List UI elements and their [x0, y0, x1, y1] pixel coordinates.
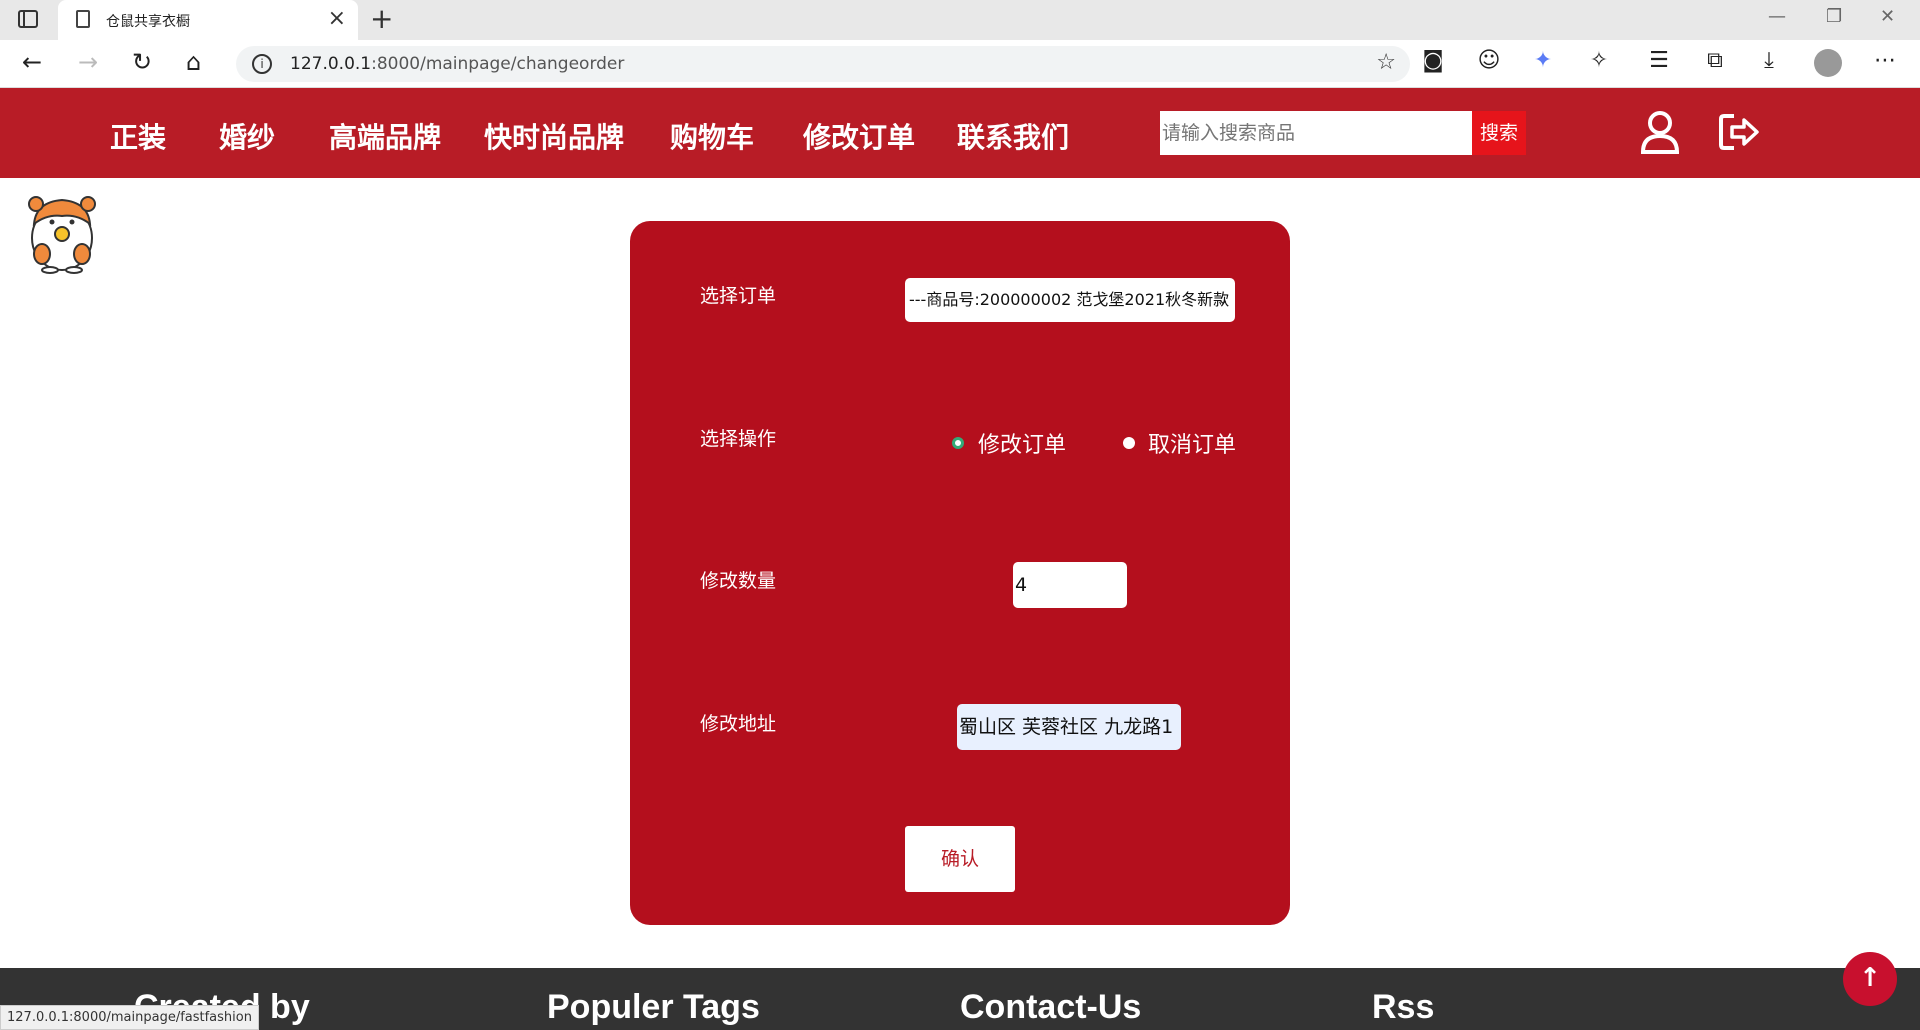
change-order-form: 选择订单 ---商品号:200000002 范戈堡2021秋冬新款 ⌄ 选择操作… [630, 221, 1290, 925]
tab-actions-icon[interactable] [18, 10, 38, 28]
footer-heading-tags: Populer Tags [547, 988, 760, 1026]
order-select-label: 选择订单 [700, 285, 777, 307]
radio-modify-order-label: 修改订单 [978, 433, 1067, 458]
home-icon[interactable]: ⌂ [186, 48, 201, 76]
forward-icon[interactable]: → [78, 48, 98, 76]
url-text: 127.0.0.1:8000/mainpage/changeorder [290, 54, 625, 74]
nav-fast-fashion[interactable]: 快时尚品牌 [484, 116, 624, 156]
extensions-icon[interactable]: ✧ [1584, 48, 1614, 73]
back-to-top-button[interactable]: ↑ [1843, 952, 1897, 1006]
restore-icon[interactable]: ❐ [1826, 6, 1842, 27]
chevron-down-icon: ⌄ [1217, 292, 1229, 308]
more-menu-icon[interactable]: ⋯ [1870, 48, 1900, 73]
radio-cancel-order[interactable] [1123, 437, 1135, 449]
translate-extension-icon[interactable]: ✦ [1528, 48, 1558, 73]
radio-cancel-order-label: 取消订单 [1148, 433, 1237, 458]
collections-icon[interactable]: ⧉ [1700, 48, 1730, 73]
site-header: 正装 婚纱 高端品牌 快时尚品牌 购物车 修改订单 联系我们 搜索 [0, 88, 1920, 178]
address-input[interactable]: 蜀山区 芙蓉社区 九龙路1 [957, 704, 1181, 750]
user-icon[interactable] [1640, 110, 1680, 154]
nav-modify-order[interactable]: 修改订单 [803, 116, 915, 156]
address-label: 修改地址 [700, 713, 777, 735]
confirm-button[interactable]: 确认 [905, 826, 1015, 892]
quantity-label: 修改数量 [700, 570, 777, 592]
footer-heading-rss: Rss [1372, 988, 1435, 1026]
nav-formal[interactable]: 正装 [110, 116, 166, 156]
nav-cart[interactable]: 购物车 [670, 116, 754, 156]
new-tab-icon[interactable]: + [370, 2, 393, 35]
downloads-icon[interactable]: ⤓ [1754, 48, 1784, 73]
minimize-icon[interactable]: — [1768, 6, 1786, 27]
ghost-extension-icon[interactable]: ☺ [1474, 48, 1504, 73]
logout-icon[interactable] [1718, 112, 1760, 152]
operation-label: 选择操作 [700, 428, 777, 450]
status-bar-url: 127.0.0.1:8000/mainpage/fastfashion [0, 1005, 259, 1030]
url-field[interactable]: i 127.0.0.1:8000/mainpage/changeorder ☆ [236, 46, 1410, 82]
browser-tab-bar: 仓鼠共享衣橱 × + — ❐ ✕ [0, 0, 1920, 40]
address-bar: ← → ↻ ⌂ i 127.0.0.1:8000/mainpage/change… [0, 40, 1920, 88]
favorites-icon[interactable]: ☰ [1644, 48, 1674, 73]
radio-modify-order[interactable] [952, 437, 964, 449]
add-favorite-icon[interactable]: ☆ [1376, 50, 1396, 75]
extension-glasses-icon[interactable]: ◙ [1418, 48, 1448, 73]
profile-avatar[interactable] [1814, 49, 1842, 77]
order-select[interactable]: ---商品号:200000002 范戈堡2021秋冬新款 ⌄ [905, 278, 1235, 322]
footer-heading-contact: Contact-Us [960, 988, 1142, 1026]
nav-wedding-dress[interactable]: 婚纱 [219, 116, 275, 156]
nav-contact[interactable]: 联系我们 [957, 116, 1069, 156]
hamster-mascot-image [28, 196, 96, 274]
close-tab-icon[interactable]: × [328, 6, 346, 31]
quantity-input[interactable]: 4 [1013, 562, 1127, 608]
site-info-icon[interactable]: i [252, 54, 272, 74]
order-select-value: ---商品号:200000002 范戈堡2021秋冬新款 [909, 290, 1230, 309]
browser-tab[interactable]: 仓鼠共享衣橱 × [58, 0, 358, 40]
site-footer: Created by Populer Tags Contact-Us Rss [0, 968, 1920, 1030]
reload-icon[interactable]: ↻ [132, 48, 152, 76]
nav-luxury-brands[interactable]: 高端品牌 [329, 116, 441, 156]
tab-title: 仓鼠共享衣橱 [106, 14, 190, 30]
search-input[interactable] [1160, 111, 1472, 155]
page-icon [76, 10, 90, 28]
back-icon[interactable]: ← [22, 48, 42, 76]
search-button[interactable]: 搜索 [1472, 111, 1526, 155]
close-window-icon[interactable]: ✕ [1880, 6, 1895, 27]
